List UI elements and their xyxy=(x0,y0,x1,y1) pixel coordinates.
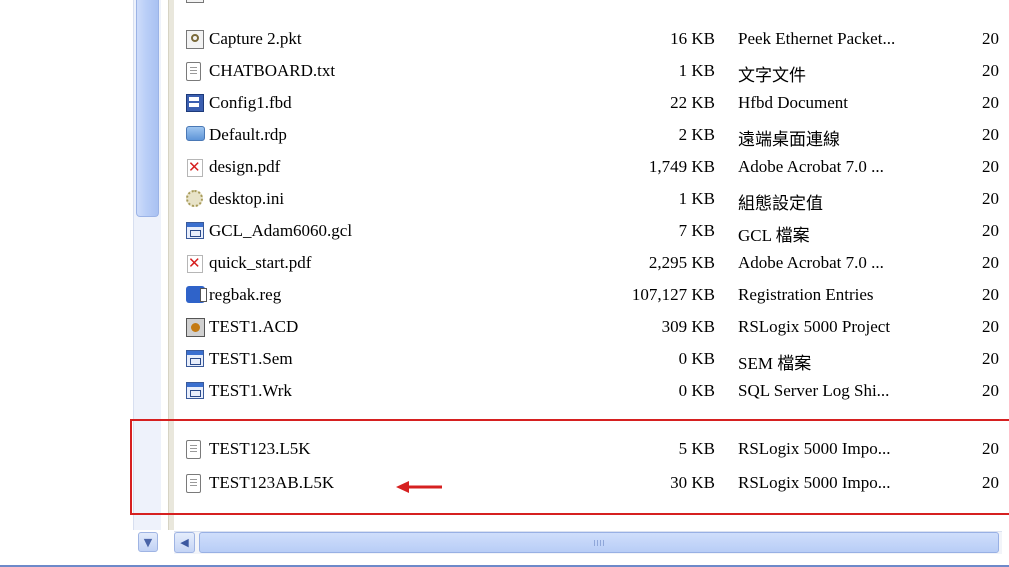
file-size: 1 KB xyxy=(678,61,715,80)
file-row[interactable]: desktop.ini 1 KB 組態設定值 20 xyxy=(174,186,1009,213)
file-row[interactable]: Config1.fbd 22 KB Hfbd Document 20 xyxy=(174,90,1009,116)
file-size: 2 KB xyxy=(678,125,715,144)
file-row[interactable]: Capture 2.pkt 16 KB Peek Ethernet Packet… xyxy=(174,26,1009,52)
settings-file-icon xyxy=(186,190,206,210)
file-size: 2,295 KB xyxy=(648,253,715,272)
file-date: 20 xyxy=(982,349,999,368)
file-name: design.pdf xyxy=(209,157,281,176)
file-date: 20 xyxy=(982,221,999,240)
text-file-icon xyxy=(186,62,206,82)
bottom-scroll-area: ▼ ◀ xyxy=(0,530,1009,567)
pdf-file-icon xyxy=(186,158,206,178)
file-row[interactable]: CHATBOARD.txt 1 KB 文字文件 20 xyxy=(174,58,1009,85)
file-size: 16 KB xyxy=(670,29,715,48)
file-size: 22 KB xyxy=(670,93,715,112)
gcl-file-icon xyxy=(186,222,206,242)
file-date: 20 xyxy=(982,157,999,176)
file-row[interactable]: TEST1.ACD 309 KB RSLogix 5000 Project 20 xyxy=(174,314,1009,340)
file-row[interactable]: design.pdf 1,749 KB Adobe Acrobat 7.0 ..… xyxy=(174,154,1009,180)
file-date: 20 xyxy=(982,253,999,272)
file-type: Adobe Acrobat 7.0 ... xyxy=(738,253,884,272)
chevron-down-icon[interactable]: ▼ xyxy=(138,532,158,552)
fbd-document-icon xyxy=(186,94,206,114)
file-size: 1,749 KB xyxy=(648,157,715,176)
file-size: 0 KB xyxy=(678,381,715,400)
tree-scroll-thumb[interactable] xyxy=(136,0,159,217)
file-type: 組態設定值 xyxy=(738,194,823,213)
file-type: 遠端桌面連線 xyxy=(738,130,840,149)
file-date: 20 xyxy=(982,381,999,400)
horizontal-scroll-thumb[interactable] xyxy=(199,532,999,553)
file-name: Config1.fbd xyxy=(209,93,292,112)
capture-file-icon xyxy=(186,0,206,4)
red-highlight-box xyxy=(130,419,1009,515)
file-type: 文字文件 xyxy=(738,66,806,85)
file-type: SQL Server Log Shi... xyxy=(738,381,890,400)
file-date: 20 xyxy=(982,317,999,336)
file-name: desktop.ini xyxy=(209,189,285,208)
file-row[interactable]: GCL_Adam6060.gcl 7 KB GCL 檔案 20 xyxy=(174,218,1009,245)
file-type: Registration Entries xyxy=(738,285,874,304)
file-type: SEM 檔案 xyxy=(738,354,812,373)
file-size: 107,127 KB xyxy=(631,285,715,304)
file-name: TEST1.Sem xyxy=(209,349,293,368)
file-type: RSLogix 5000 Project xyxy=(738,317,891,336)
file-date: 20 xyxy=(982,93,999,112)
file-row-partial[interactable] xyxy=(174,0,1009,6)
file-row[interactable]: TEST1.Sem 0 KB SEM 檔案 20 xyxy=(174,346,1009,373)
file-size: 0 KB xyxy=(678,349,715,368)
file-name: TEST1.Wrk xyxy=(209,381,292,400)
file-type: GCL 檔案 xyxy=(738,226,810,245)
file-name: GCL_Adam6060.gcl xyxy=(209,221,353,240)
pdf-file-icon xyxy=(186,254,206,274)
file-row[interactable]: TEST1.Wrk 0 KB SQL Server Log Shi... 20 xyxy=(174,378,1009,404)
file-size: 1 KB xyxy=(678,189,715,208)
file-size: 7 KB xyxy=(678,221,715,240)
horizontal-scrollbar[interactable]: ◀ xyxy=(174,531,1002,554)
file-date: 20 xyxy=(982,61,999,80)
remote-desktop-icon xyxy=(186,126,206,146)
file-name: CHATBOARD.txt xyxy=(209,61,336,80)
file-date: 20 xyxy=(982,29,999,48)
file-type: Hfbd Document xyxy=(738,93,849,112)
file-type: Peek Ethernet Packet... xyxy=(738,29,896,48)
registry-file-icon xyxy=(186,286,207,306)
file-name: Default.rdp xyxy=(209,125,287,144)
scroll-left-icon[interactable]: ◀ xyxy=(174,532,195,553)
file-date: 20 xyxy=(982,189,999,208)
scroll-grip-icon xyxy=(594,540,604,546)
file-name: regbak.reg xyxy=(209,285,282,304)
file-name: Capture 2.pkt xyxy=(209,29,302,48)
file-name: quick_start.pdf xyxy=(209,253,312,272)
file-date: 20 xyxy=(982,285,999,304)
file-row[interactable]: Default.rdp 2 KB 遠端桌面連線 20 xyxy=(174,122,1009,149)
file-type: Adobe Acrobat 7.0 ... xyxy=(738,157,884,176)
file-row[interactable]: regbak.reg 107,127 KB Registration Entri… xyxy=(174,282,1009,308)
rslogix-project-icon xyxy=(186,318,206,338)
file-name: TEST1.ACD xyxy=(209,317,299,336)
sem-file-icon xyxy=(186,350,206,370)
sql-log-file-icon xyxy=(186,382,206,402)
file-date: 20 xyxy=(982,125,999,144)
capture-file-icon xyxy=(186,30,206,50)
file-size: 309 KB xyxy=(661,317,715,336)
file-row[interactable]: quick_start.pdf 2,295 KB Adobe Acrobat 7… xyxy=(174,250,1009,276)
